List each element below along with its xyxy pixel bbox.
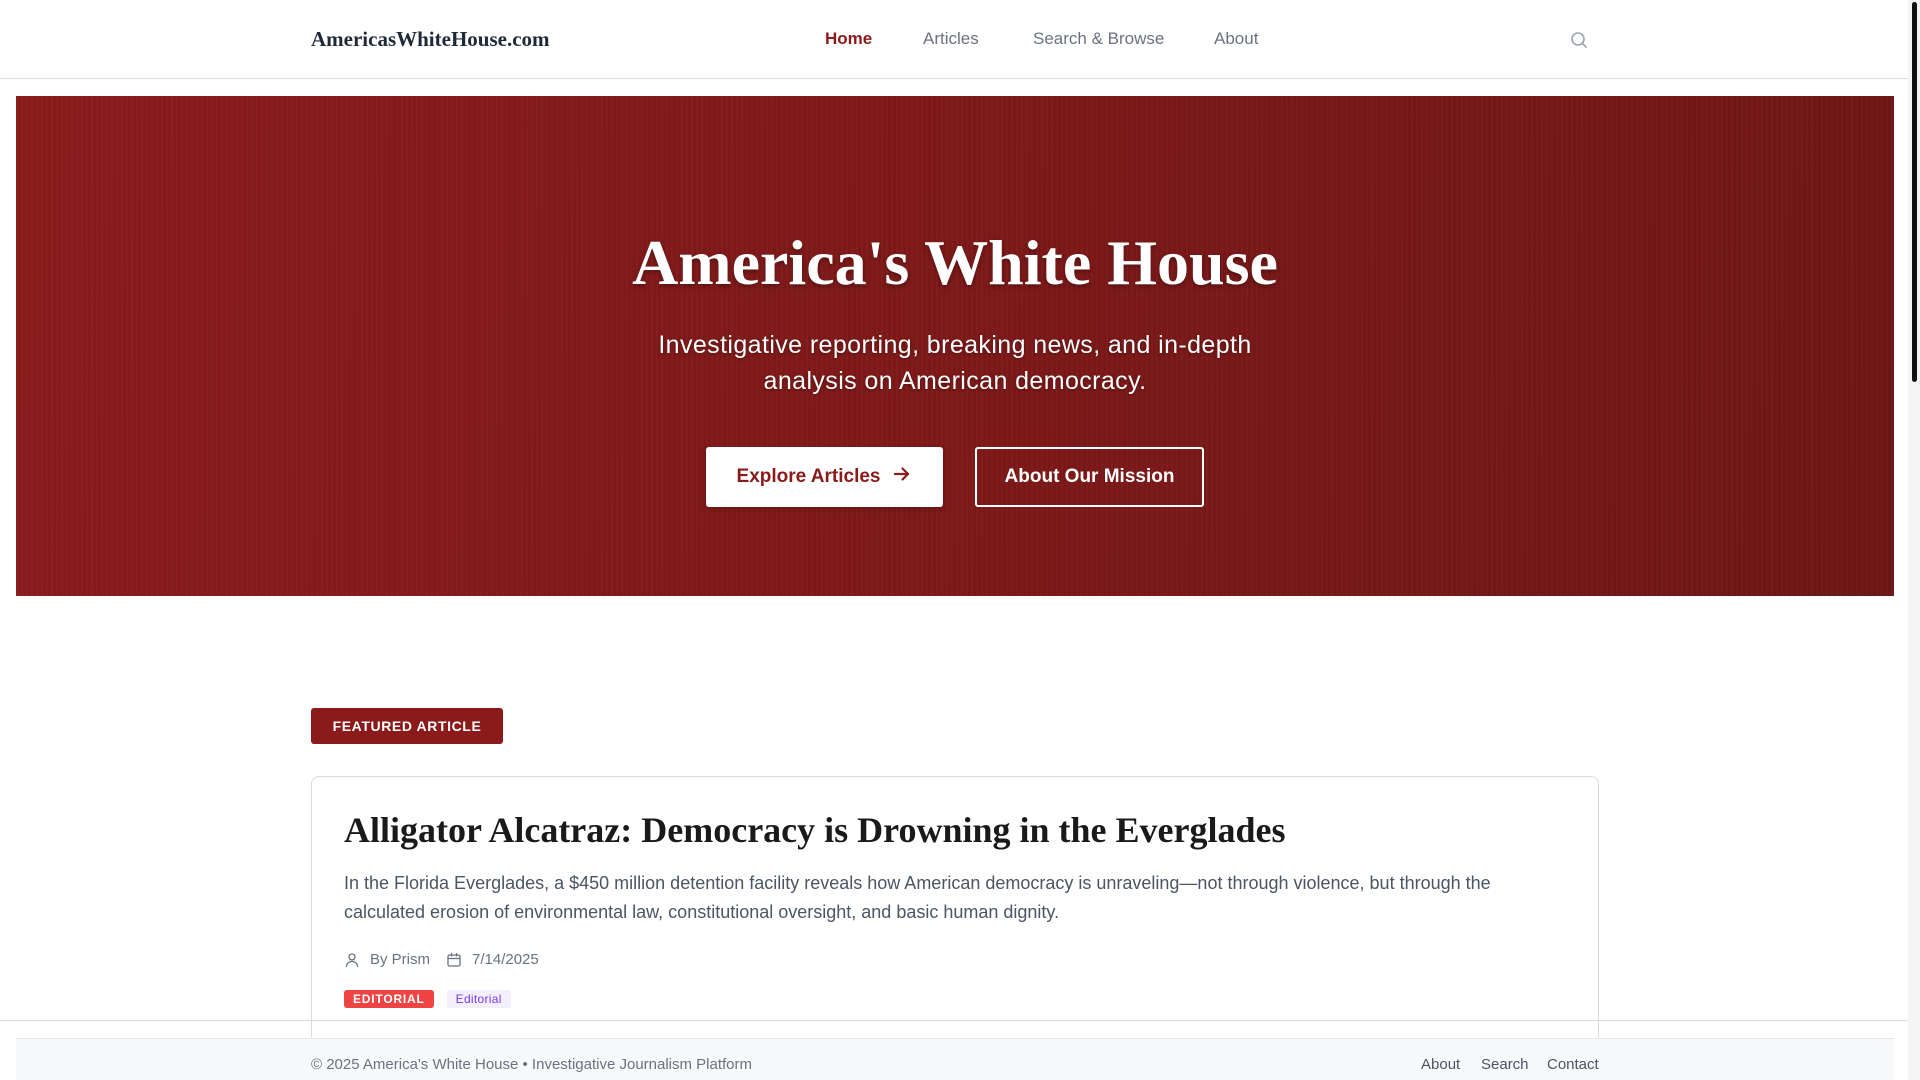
footer-copyright: © 2025 America's White House • Investiga… xyxy=(311,1056,753,1073)
article-title[interactable]: Alligator Alcatraz: Democracy is Drownin… xyxy=(344,809,1564,851)
article-meta: By Prism 7/14/2025 xyxy=(344,951,539,968)
article-date: 7/14/2025 xyxy=(472,951,539,968)
category-badge[interactable]: EDITORIAL xyxy=(344,990,434,1008)
nav-search-browse[interactable]: Search & Browse xyxy=(1033,29,1164,49)
hero-title: America's White House xyxy=(632,227,1278,298)
footer-link-contact[interactable]: Contact xyxy=(1547,1056,1599,1073)
featured-article-badge: FEATURED ARTICLE xyxy=(311,708,503,744)
featured-article-card[interactable]: Alligator Alcatraz: Democracy is Drownin… xyxy=(311,776,1599,1080)
tag-badge[interactable]: Editorial xyxy=(446,990,511,1008)
user-icon xyxy=(344,952,360,968)
article-tags: EDITORIAL Editorial xyxy=(344,990,511,1008)
nav-articles[interactable]: Articles xyxy=(923,29,979,49)
site-logo[interactable]: AmericasWhiteHouse.com xyxy=(311,27,550,52)
site-header: AmericasWhiteHouse.com Home Articles Sea… xyxy=(0,0,1908,79)
hero-subtitle: Investigative reporting, breaking news, … xyxy=(658,331,1252,395)
about-mission-button[interactable]: About Our Mission xyxy=(975,447,1204,507)
calendar-icon xyxy=(446,952,462,968)
nav-about[interactable]: About xyxy=(1214,29,1258,49)
nav-home[interactable]: Home xyxy=(825,29,872,49)
footer-link-search[interactable]: Search xyxy=(1481,1056,1529,1073)
search-icon[interactable] xyxy=(1569,30,1589,50)
article-excerpt: In the Florida Everglades, a $450 millio… xyxy=(344,873,1491,922)
scrollbar-thumb[interactable] xyxy=(1912,2,1917,382)
footer-divider xyxy=(0,1020,1908,1021)
footer-link-about[interactable]: About xyxy=(1421,1056,1460,1073)
arrow-right-icon xyxy=(892,464,912,490)
hero-section: America's White House Investigative repo… xyxy=(16,96,1894,596)
explore-articles-label: Explore Articles xyxy=(736,466,881,487)
site-footer xyxy=(16,1038,1894,1080)
article-author: By Prism xyxy=(370,951,430,968)
explore-articles-button[interactable]: Explore Articles xyxy=(706,447,943,507)
